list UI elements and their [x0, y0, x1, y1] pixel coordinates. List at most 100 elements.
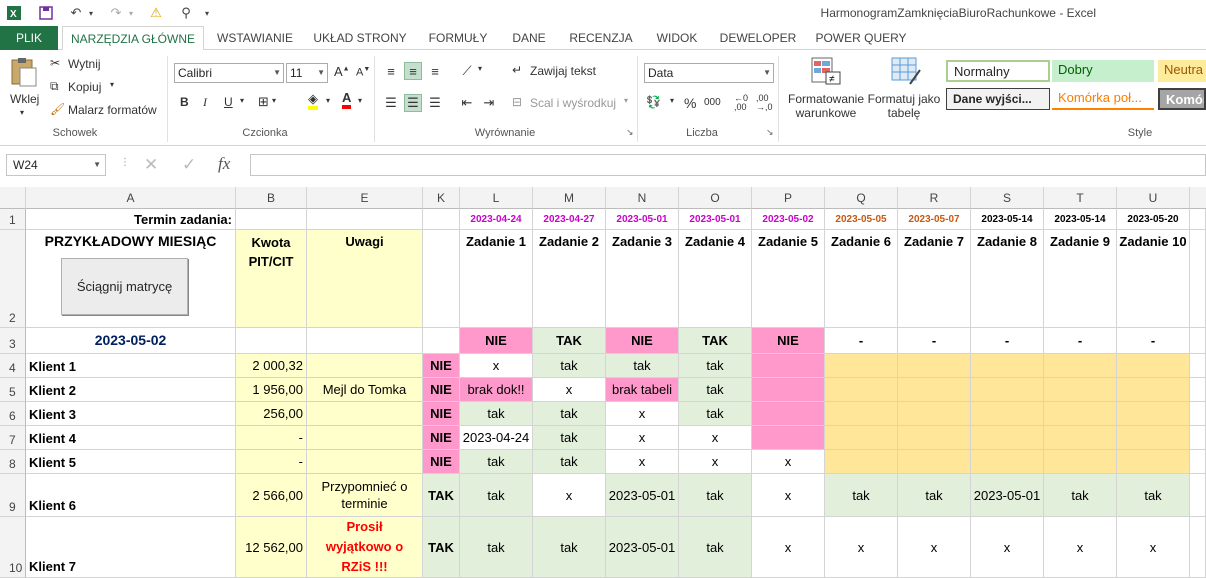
client-name-cell[interactable]: Klient 2 — [26, 378, 236, 402]
task-status-cell[interactable]: NIE — [460, 328, 533, 354]
task-cell[interactable]: 2023-05-01 — [606, 517, 679, 578]
cell[interactable] — [1190, 230, 1206, 328]
column-header[interactable] — [1190, 187, 1206, 209]
task-cell[interactable]: tak — [533, 354, 606, 378]
deadline-cell[interactable]: 2023-05-14 — [1044, 209, 1117, 230]
align-right-icon[interactable]: ☰ — [426, 94, 444, 112]
task-cell[interactable] — [825, 378, 898, 402]
amount-cell[interactable]: 1 956,00 — [236, 378, 307, 402]
cell[interactable] — [1190, 517, 1206, 578]
cell[interactable] — [236, 209, 307, 230]
bold-button[interactable]: B — [180, 95, 189, 109]
column-header[interactable]: P — [752, 187, 825, 209]
column-header[interactable]: Q — [825, 187, 898, 209]
cell[interactable] — [1190, 354, 1206, 378]
tab-home[interactable]: NARZĘDZIA GŁÓWNE — [62, 26, 204, 51]
task-status-cell[interactable]: NIE — [752, 328, 825, 354]
task-cell[interactable] — [1044, 426, 1117, 450]
cancel-icon[interactable]: ✕ — [144, 155, 158, 175]
format-as-table-button[interactable]: Formatuj jako tabelę — [866, 92, 942, 120]
column-header[interactable]: A — [26, 187, 236, 209]
task-cell[interactable]: tak — [533, 450, 606, 474]
task-cell[interactable]: tak — [679, 474, 752, 517]
row-header[interactable]: 6 — [0, 402, 26, 426]
align-middle-icon[interactable]: ≡ — [404, 62, 422, 80]
client-status-cell[interactable]: TAK — [423, 474, 460, 517]
style-output[interactable]: Dane wyjści... — [946, 88, 1050, 110]
tab-insert[interactable]: WSTAWIANIE — [210, 26, 300, 50]
underline-button[interactable]: U — [224, 95, 233, 109]
orientation-dropdown-icon[interactable]: ▾ — [478, 64, 482, 73]
note-cell[interactable]: Prosił wyjątkowo o RZiS !!! — [307, 517, 423, 578]
task-cell[interactable]: 2023-05-01 — [971, 474, 1044, 517]
client-status-cell[interactable]: TAK — [423, 517, 460, 578]
merge-center-icon[interactable]: ⊟ — [512, 95, 522, 109]
task-cell[interactable] — [752, 378, 825, 402]
number-format-combo[interactable]: Data ▼ — [644, 63, 774, 83]
task-header-cell[interactable]: Zadanie 7 — [898, 230, 971, 328]
tab-view[interactable]: WIDOK — [648, 26, 706, 50]
task-cell[interactable] — [752, 426, 825, 450]
column-header[interactable]: E — [307, 187, 423, 209]
amount-cell[interactable]: 2 000,32 — [236, 354, 307, 378]
task-cell[interactable]: tak — [679, 378, 752, 402]
cell[interactable] — [423, 328, 460, 354]
name-box[interactable]: W24 ▼ — [6, 154, 106, 176]
amount-header-cell[interactable]: Kwota PIT/CIT — [236, 230, 307, 328]
task-cell[interactable]: x — [679, 450, 752, 474]
wrap-text-button[interactable]: Zawijaj tekst — [530, 64, 596, 78]
thousands-button[interactable]: 000 — [704, 97, 721, 108]
task-status-cell[interactable]: - — [971, 328, 1044, 354]
task-cell[interactable] — [971, 354, 1044, 378]
task-cell[interactable] — [898, 450, 971, 474]
task-cell[interactable]: x — [752, 450, 825, 474]
task-cell[interactable]: x — [606, 426, 679, 450]
notes-header-cell[interactable]: Uwagi — [307, 230, 423, 328]
client-name-cell[interactable]: Klient 4 — [26, 426, 236, 450]
task-cell[interactable]: tak — [679, 354, 752, 378]
amount-cell[interactable]: 12 562,00 — [236, 517, 307, 578]
cell[interactable] — [423, 209, 460, 230]
task-cell[interactable]: tak — [533, 517, 606, 578]
touch-mode-icon[interactable]: ⚲ — [176, 4, 196, 22]
select-all-corner[interactable] — [0, 187, 26, 209]
enter-icon[interactable]: ✓ — [182, 155, 196, 175]
task-cell[interactable]: x — [533, 474, 606, 517]
current-date-cell[interactable]: 2023-05-02 — [26, 328, 236, 354]
format-painter-button[interactable]: Malarz formatów — [68, 103, 157, 117]
conditional-formatting-icon[interactable]: ≠ — [810, 56, 842, 86]
task-cell[interactable]: x — [1044, 517, 1117, 578]
column-header[interactable]: N — [606, 187, 679, 209]
task-cell[interactable]: x — [752, 474, 825, 517]
fill-color-dropdown-icon[interactable]: ▾ — [326, 96, 330, 105]
task-cell[interactable] — [825, 354, 898, 378]
borders-icon[interactable]: ⊞ — [258, 94, 269, 110]
align-left-icon[interactable]: ☰ — [382, 94, 400, 112]
font-color-dropdown-icon[interactable]: ▾ — [358, 96, 362, 105]
column-header[interactable]: O — [679, 187, 752, 209]
task-cell[interactable]: tak — [679, 402, 752, 426]
task-cell[interactable]: tak — [606, 354, 679, 378]
cell[interactable] — [1190, 328, 1206, 354]
formula-input[interactable] — [250, 154, 1206, 176]
borders-dropdown-icon[interactable]: ▾ — [272, 96, 276, 105]
task-cell[interactable] — [971, 426, 1044, 450]
task-header-cell[interactable]: Zadanie 4 — [679, 230, 752, 328]
note-cell[interactable] — [307, 450, 423, 474]
tab-formulas[interactable]: FORMUŁY — [420, 26, 496, 50]
task-cell[interactable]: tak — [1117, 474, 1190, 517]
row-header[interactable]: 2 — [0, 230, 26, 328]
task-cell[interactable] — [1044, 378, 1117, 402]
column-header[interactable]: L — [460, 187, 533, 209]
task-cell[interactable]: tak — [679, 517, 752, 578]
cell[interactable] — [1190, 402, 1206, 426]
task-cell[interactable] — [898, 402, 971, 426]
column-header[interactable]: B — [236, 187, 307, 209]
task-header-cell[interactable]: Zadanie 1 — [460, 230, 533, 328]
row-header[interactable]: 8 — [0, 450, 26, 474]
task-cell[interactable] — [752, 402, 825, 426]
tab-developer[interactable]: DEWELOPER — [714, 26, 802, 50]
align-top-icon[interactable]: ≡ — [382, 62, 400, 80]
paste-button[interactable]: Wklej — [10, 92, 39, 106]
client-status-cell[interactable]: NIE — [423, 426, 460, 450]
